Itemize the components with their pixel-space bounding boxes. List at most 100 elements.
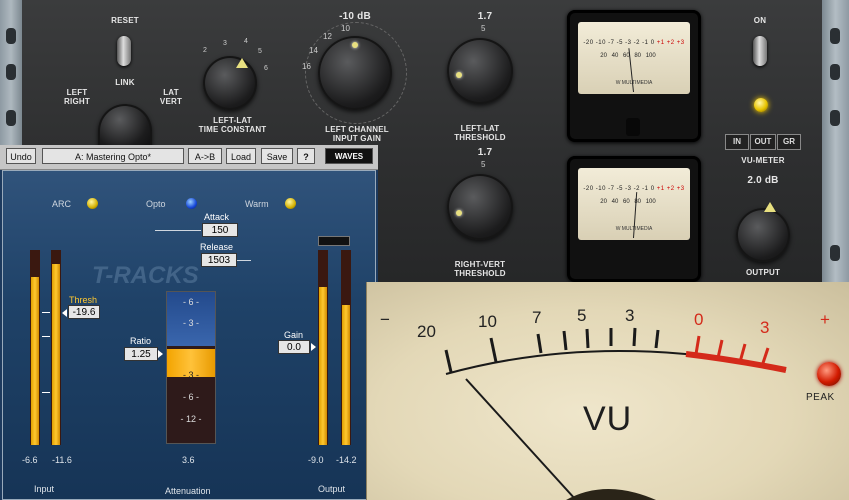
input-section-label: Input bbox=[34, 484, 55, 494]
meter-tick bbox=[42, 312, 50, 313]
atten-scale-6b: - 6 - bbox=[182, 392, 199, 402]
output-knob[interactable] bbox=[736, 208, 790, 262]
vu-plus-sign: + bbox=[820, 310, 830, 329]
vu-gr-button[interactable]: GR bbox=[777, 134, 801, 150]
peak-label: PEAK bbox=[806, 392, 835, 403]
peak-lamp-icon bbox=[817, 362, 841, 386]
rt-scale-5: 5 bbox=[481, 160, 486, 169]
thresh-value[interactable]: -19.6 bbox=[68, 305, 100, 319]
vu-scale-5: 5 bbox=[577, 306, 587, 325]
gain-scale-12: 12 bbox=[323, 32, 332, 41]
meter-tick bbox=[42, 392, 50, 393]
right-threshold-label: RIGHT-VERT THRESHOLD bbox=[454, 260, 506, 278]
output-label: OUTPUT bbox=[745, 268, 781, 277]
left-threshold-value: 1.7 bbox=[477, 11, 493, 22]
vu-top-brand: W MULTIMEDIA bbox=[615, 80, 653, 86]
warm-led[interactable] bbox=[285, 198, 296, 209]
vu-scale-20: 20 bbox=[417, 322, 436, 341]
undo-button[interactable]: Undo bbox=[6, 148, 36, 164]
knob-pointer-icon bbox=[236, 58, 248, 68]
ratio-label: Ratio bbox=[130, 336, 152, 346]
input-right-readout: -11.6 bbox=[52, 455, 72, 465]
time-constant-knob[interactable] bbox=[203, 56, 257, 110]
gain-scale-10: 10 bbox=[341, 24, 350, 33]
atten-scale-12: - 12 - bbox=[180, 414, 202, 424]
knob-indicator-icon bbox=[456, 72, 462, 78]
vu-scale-0: 0 bbox=[694, 310, 704, 329]
knob-indicator-icon bbox=[456, 210, 462, 216]
meter-tick bbox=[42, 336, 50, 337]
output-section-label: Output bbox=[318, 484, 346, 494]
rack-hole bbox=[6, 28, 16, 44]
attenuation-readout: 3.6 bbox=[182, 455, 195, 465]
power-toggle[interactable] bbox=[753, 36, 767, 66]
opto-label: Opto bbox=[146, 199, 166, 209]
attenuation-section-label: Attenuation bbox=[165, 486, 211, 496]
gain-scale-14: 14 bbox=[309, 46, 318, 55]
vu-in-button[interactable]: IN bbox=[725, 134, 749, 150]
preset-name-field[interactable]: A: Mastering Opto* bbox=[42, 148, 184, 164]
link-label: LINK bbox=[115, 78, 135, 87]
release-value[interactable]: 1503 bbox=[201, 253, 237, 267]
atten-scale-6: - 6 - bbox=[182, 297, 199, 307]
output-value: 2.0 dB bbox=[747, 175, 779, 186]
rack-hole bbox=[830, 64, 840, 80]
right-threshold-knob[interactable] bbox=[447, 174, 513, 240]
knob-indicator-icon bbox=[352, 42, 358, 48]
output-right-readout: -14.2 bbox=[336, 455, 357, 465]
reset-toggle[interactable] bbox=[117, 36, 131, 66]
vu-scale-3: 3 bbox=[625, 306, 635, 325]
help-button[interactable]: ? bbox=[297, 148, 315, 164]
tc-scale-6: 6 bbox=[264, 65, 268, 72]
vu-scale-7: 7 bbox=[532, 308, 542, 327]
watermark-logo: T-RACKS bbox=[92, 262, 199, 289]
lat-vert-label: LAT VERT bbox=[159, 88, 183, 106]
attack-value[interactable]: 150 bbox=[202, 223, 238, 237]
ratio-arrow-icon bbox=[158, 350, 163, 358]
plugin-toolbar: Undo A: Mastering Opto* A->B Load Save ?… bbox=[0, 145, 378, 170]
input-gain-value: -10 dB bbox=[339, 11, 371, 22]
release-label: Release bbox=[200, 242, 234, 252]
atten-scale-3b: - 3 - bbox=[182, 370, 199, 380]
on-label: ON bbox=[753, 16, 767, 25]
vu-minus-sign: − bbox=[380, 310, 390, 329]
gain-value[interactable]: 0.0 bbox=[278, 340, 310, 354]
rack-hole bbox=[6, 110, 16, 126]
tc-scale-3: 3 bbox=[223, 40, 227, 47]
waves-logo[interactable]: WAVES bbox=[325, 148, 373, 164]
rack-hole bbox=[830, 245, 840, 261]
vu-scale-plus3: 3 bbox=[760, 318, 770, 337]
atten-scale-3: - 3 - bbox=[182, 318, 199, 328]
vu-bottom-scale: -20 -10 -7 -5 -3 -2 -1 0 +1 +2 +3 bbox=[583, 186, 685, 192]
vu-out-button[interactable]: OUT bbox=[750, 134, 776, 150]
left-right-label: LEFT RIGHT bbox=[64, 88, 90, 106]
output-meter-left-fill bbox=[319, 287, 327, 445]
a-to-b-button[interactable]: A->B bbox=[188, 148, 222, 164]
power-lamp-icon bbox=[754, 98, 768, 112]
attack-connector bbox=[155, 230, 201, 231]
attack-label: Attack bbox=[204, 212, 230, 222]
vu-bottom-scale-lower: 20 40 60 80 100 bbox=[600, 199, 656, 205]
output-meter-right-fill bbox=[342, 305, 350, 445]
left-threshold-label: LEFT-LAT THRESHOLD bbox=[454, 124, 506, 142]
vu-scale-10: 10 bbox=[478, 312, 497, 331]
thresh-label: Thresh bbox=[69, 295, 98, 305]
gain-arrow-icon bbox=[311, 343, 316, 351]
vu-meter-label: VU-METER bbox=[741, 156, 785, 165]
input-meter-left-fill bbox=[31, 277, 39, 445]
thresh-arrow-icon bbox=[62, 309, 67, 317]
opto-led[interactable] bbox=[186, 198, 197, 209]
time-constant-label: LEFT-LAT TIME CONSTANT bbox=[198, 116, 267, 134]
right-threshold-value: 1.7 bbox=[477, 147, 493, 158]
input-left-readout: -6.6 bbox=[22, 455, 38, 465]
arc-led[interactable] bbox=[87, 198, 98, 209]
gain-label: Gain bbox=[284, 330, 304, 340]
rack-hole bbox=[6, 64, 16, 80]
load-button[interactable]: Load bbox=[226, 148, 256, 164]
ratio-value[interactable]: 1.25 bbox=[124, 347, 158, 361]
left-threshold-knob[interactable] bbox=[447, 38, 513, 104]
tc-scale-5: 5 bbox=[258, 48, 262, 55]
reset-label: RESET bbox=[111, 16, 139, 25]
save-button[interactable]: Save bbox=[261, 148, 293, 164]
tc-scale-2: 2 bbox=[203, 47, 207, 54]
